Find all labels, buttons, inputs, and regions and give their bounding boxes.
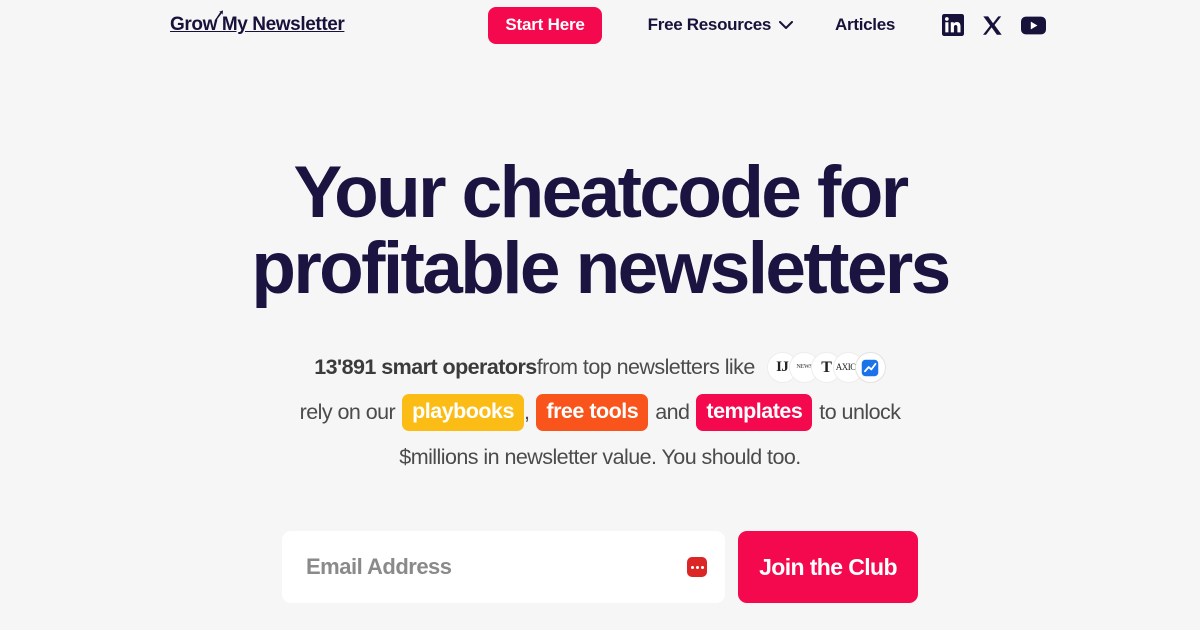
nav-item-articles[interactable]: Articles [835,15,895,35]
hero-section: Your cheatcode for profitable newsletter… [0,50,1200,603]
nav-links-group: Start Here Free Resources Articles [488,6,1047,44]
youtube-icon [1021,16,1047,34]
subtext-after-count: from top newsletters like [536,355,756,379]
avatar-glyph: T [821,359,832,376]
join-the-club-button[interactable]: Join the Club [738,531,918,603]
site-logo-text: Grow My Newsletter [170,14,345,35]
email-input[interactable] [282,531,725,603]
linkedin-link[interactable] [942,14,965,36]
email-field-wrapper [282,531,725,603]
subtext-line-2: rely on our playbooks , free tools and t… [0,390,1200,435]
start-here-button[interactable]: Start Here [488,6,602,44]
x-icon [983,15,1002,35]
chevron-down-icon [779,20,794,29]
subtext-line-1: 13'891 smart operators from top newslett… [0,345,1200,390]
subtext-line2-suffix: to unlock [819,400,901,424]
site-logo[interactable]: Grow My Newsletter [170,10,345,36]
page-title: Your cheatcode for profitable newsletter… [200,155,1000,307]
subtext-line-3: $millions in newsletter value. You shoul… [0,435,1200,480]
subtext-line2-prefix: rely on our [299,400,396,424]
x-link[interactable] [982,15,1003,36]
nav-item-free-resources-label: Free Resources [647,15,772,34]
subscriber-count: 13'891 smart operators [314,355,537,379]
chart-icon [862,359,879,376]
subtext-line3-text: $millions in newsletter value. You shoul… [399,445,801,469]
avatar-publication-5 [854,352,886,383]
hero-subtext: 13'891 smart operators from top newslett… [0,345,1200,480]
subtext-comma: , [523,400,530,424]
youtube-link[interactable] [1021,16,1047,35]
highlight-playbooks: playbooks [402,394,524,431]
growth-arrow-icon [214,10,223,21]
signup-form: Join the Club [0,531,1200,603]
subtext-and: and [655,400,690,424]
highlight-free-tools: free tools [536,394,649,431]
highlight-templates: templates [696,394,813,431]
social-links [942,14,1047,36]
password-manager-icon[interactable] [687,557,707,577]
nav-item-articles-label: Articles [835,15,896,34]
publication-avatars: IJ NEWS T AXIOS [766,352,886,384]
linkedin-icon [942,14,965,36]
nav-item-free-resources[interactable]: Free Resources [647,15,794,35]
headline-line-1: Your cheatcode for [293,152,909,233]
avatar-glyph: NEWS [796,364,813,370]
avatar-glyph: IJ [776,359,789,375]
headline-line-2: profitable newsletters [251,228,951,309]
top-navigation: Grow My Newsletter Start Here Free Resou… [0,0,1200,50]
